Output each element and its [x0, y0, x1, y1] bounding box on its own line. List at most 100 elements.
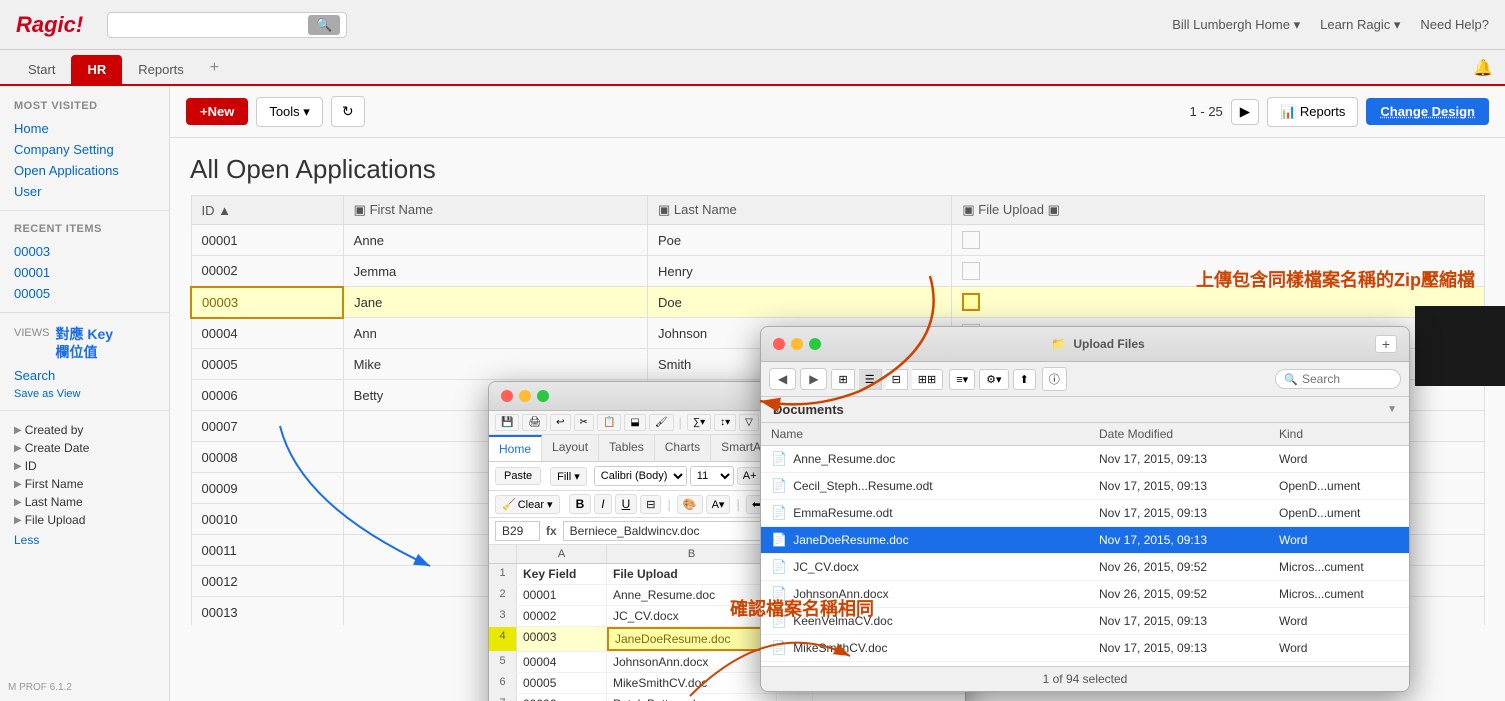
minimize-btn[interactable] — [791, 338, 803, 350]
font-family-select[interactable]: Calibri (Body) — [594, 466, 687, 486]
file-row[interactable]: 📄JaneDoeResume.docNov 17, 2015, 09:13Wor… — [761, 527, 1409, 554]
share-btn[interactable]: ⬆ — [1013, 369, 1036, 390]
excel-tb-btn-4[interactable]: ✂ — [574, 414, 594, 431]
refresh-button[interactable]: ↻ — [331, 96, 365, 127]
field-created-by[interactable]: ▶ Created by — [14, 421, 155, 439]
bold-button[interactable]: B — [569, 494, 592, 514]
font-grow-btn[interactable]: A+ — [737, 467, 763, 485]
excel-tb-btn-filter[interactable]: ▽ — [739, 414, 759, 431]
excel-tb-btn-7[interactable]: 🖌 — [649, 414, 674, 431]
field-id[interactable]: ▶ ID — [14, 457, 155, 475]
forward-button[interactable]: ▶ — [800, 368, 827, 390]
logo[interactable]: Ragic! — [16, 12, 83, 38]
recent-item-1[interactable]: 00003 — [0, 241, 169, 262]
file-date: Nov 26, 2015, 09:52 — [1099, 587, 1279, 601]
sidebar-item-open-applications[interactable]: Open Applications — [0, 160, 169, 181]
next-page-button[interactable]: ▶ — [1231, 99, 1259, 125]
recent-item-3[interactable]: 00005 — [0, 283, 169, 304]
table-row[interactable]: 00003JaneDoe — [191, 287, 1485, 318]
sidebar-item-company-setting[interactable]: Company Setting — [0, 139, 169, 160]
underline-button[interactable]: U — [615, 494, 638, 514]
strikethrough-btn[interactable]: ⊟ — [640, 495, 661, 514]
eraser-icon: 🧹 — [502, 498, 516, 511]
less-link[interactable]: Less — [0, 531, 169, 549]
search-button[interactable]: 🔍 — [308, 15, 340, 35]
paste-button[interactable]: Paste — [495, 467, 541, 485]
view-columns-btn[interactable]: ⊟ — [886, 369, 908, 390]
home-menu[interactable]: Bill Lumbergh Home ▾ — [1172, 17, 1300, 33]
clear-button[interactable]: 🧹 Clear ▾ — [495, 495, 560, 514]
view-list-btn[interactable]: ☰ — [859, 369, 882, 390]
cell-ref-box[interactable]: B29 — [495, 521, 540, 541]
win-search-input[interactable] — [1302, 372, 1392, 386]
tab-start[interactable]: Start — [12, 55, 71, 84]
file-row[interactable]: 📄JC_CV.docxNov 26, 2015, 09:52Micros...c… — [761, 554, 1409, 581]
add-tab-button[interactable]: + — [200, 52, 229, 84]
field-file-upload[interactable]: ▶ File Upload — [14, 511, 155, 529]
excel-tb-btn-5[interactable]: 📋 — [597, 414, 621, 431]
close-btn[interactable] — [773, 338, 785, 350]
file-icon: 📄 — [771, 613, 787, 629]
sidebar-item-home[interactable]: Home — [0, 118, 169, 139]
tab-reports[interactable]: Reports — [122, 55, 200, 84]
view-options-btn[interactable]: ≡▾ — [949, 369, 975, 390]
field-create-date[interactable]: ▶ Create Date — [14, 439, 155, 457]
font-size-select[interactable]: 11 — [690, 466, 734, 486]
reports-button[interactable]: 📊 Reports — [1267, 97, 1358, 127]
sort-btn[interactable]: ▼ — [1387, 404, 1397, 415]
file-row[interactable]: 📄EmmaResume.odtNov 17, 2015, 09:13OpenD.… — [761, 500, 1409, 527]
gear-btn[interactable]: ⚙▾ — [979, 369, 1008, 390]
view-gallery-btn[interactable]: ⊞⊞ — [912, 369, 943, 390]
file-row[interactable]: 📄JohnsonAnn.docxNov 26, 2015, 09:52Micro… — [761, 581, 1409, 608]
excel-close-btn[interactable] — [501, 390, 513, 402]
font-color-btn[interactable]: A▾ — [706, 495, 731, 514]
file-date: Nov 26, 2015, 09:52 — [1099, 560, 1279, 574]
highlight-btn[interactable]: 🎨 — [677, 495, 703, 514]
recent-item-2[interactable]: 00001 — [0, 262, 169, 283]
excel-cell-b: JohnsonAnn.docx — [607, 652, 777, 672]
new-button[interactable]: +New — [186, 98, 248, 125]
file-row[interactable]: 📄KeenVelmaCV.docNov 17, 2015, 09:13Word — [761, 608, 1409, 635]
tools-button[interactable]: Tools ▾ — [256, 97, 323, 127]
tab-hr[interactable]: HR — [71, 55, 122, 84]
file-row[interactable]: 📄Anne_Resume.docNov 17, 2015, 09:13Word — [761, 446, 1409, 473]
maximize-btn[interactable] — [809, 338, 821, 350]
excel-tb-btn-1[interactable]: 💾 — [495, 414, 519, 431]
excel-tb-btn-sort[interactable]: ↕▾ — [714, 414, 736, 431]
file-kind: Word — [1279, 452, 1399, 466]
field-last-name[interactable]: ▶ Last Name — [14, 493, 155, 511]
excel-row[interactable]: 700006Patel_Bettycv.doc — [489, 694, 965, 701]
view-icon-btn[interactable]: ⊞ — [831, 369, 854, 390]
italic-button[interactable]: I — [594, 494, 611, 514]
fill-button[interactable]: Fill ▾ — [550, 467, 587, 486]
excel-maximize-btn[interactable] — [537, 390, 549, 402]
excel-tb-btn-2[interactable]: 🖨 — [522, 414, 547, 431]
pagination: 1 - 25 ▶ — [1190, 99, 1260, 125]
excel-tb-btn-3[interactable]: ↩ — [550, 414, 570, 431]
excel-tb-btn-sum[interactable]: ∑▾ — [687, 414, 711, 431]
search-link[interactable]: Search — [0, 365, 169, 386]
info-btn[interactable]: ⓘ — [1042, 367, 1067, 391]
table-row[interactable]: 00002JemmaHenry — [191, 256, 1485, 287]
table-row[interactable]: 00001AnnePoe — [191, 225, 1485, 256]
excel-tab-home[interactable]: Home — [489, 435, 542, 461]
save-as-view-link[interactable]: Save as View — [0, 386, 169, 402]
sidebar-item-user[interactable]: User — [0, 181, 169, 202]
win-plus-button[interactable]: + — [1375, 335, 1397, 353]
file-row[interactable]: 📄MikeSmithCV.docNov 17, 2015, 09:13Word — [761, 635, 1409, 662]
search-input[interactable] — [114, 17, 308, 32]
page-title: All Open Applications — [170, 138, 1505, 195]
excel-tab-charts[interactable]: Charts — [655, 435, 711, 461]
help-link[interactable]: Need Help? — [1420, 17, 1489, 32]
excel-minimize-btn[interactable] — [519, 390, 531, 402]
notification-bell[interactable]: 🔔 — [1473, 58, 1493, 84]
field-first-name[interactable]: ▶ First Name — [14, 475, 155, 493]
back-button[interactable]: ◀ — [769, 368, 796, 390]
excel-tab-layout[interactable]: Layout — [542, 435, 599, 461]
excel-tb-btn-6[interactable]: ⬓ — [624, 414, 645, 431]
file-list: 📄Anne_Resume.docNov 17, 2015, 09:13Word📄… — [761, 446, 1409, 666]
change-design-button[interactable]: Change Design — [1366, 98, 1489, 125]
learn-menu[interactable]: Learn Ragic ▾ — [1320, 17, 1400, 33]
file-row[interactable]: 📄Cecil_Steph...Resume.odtNov 17, 2015, 0… — [761, 473, 1409, 500]
excel-tab-tables[interactable]: Tables — [599, 435, 655, 461]
